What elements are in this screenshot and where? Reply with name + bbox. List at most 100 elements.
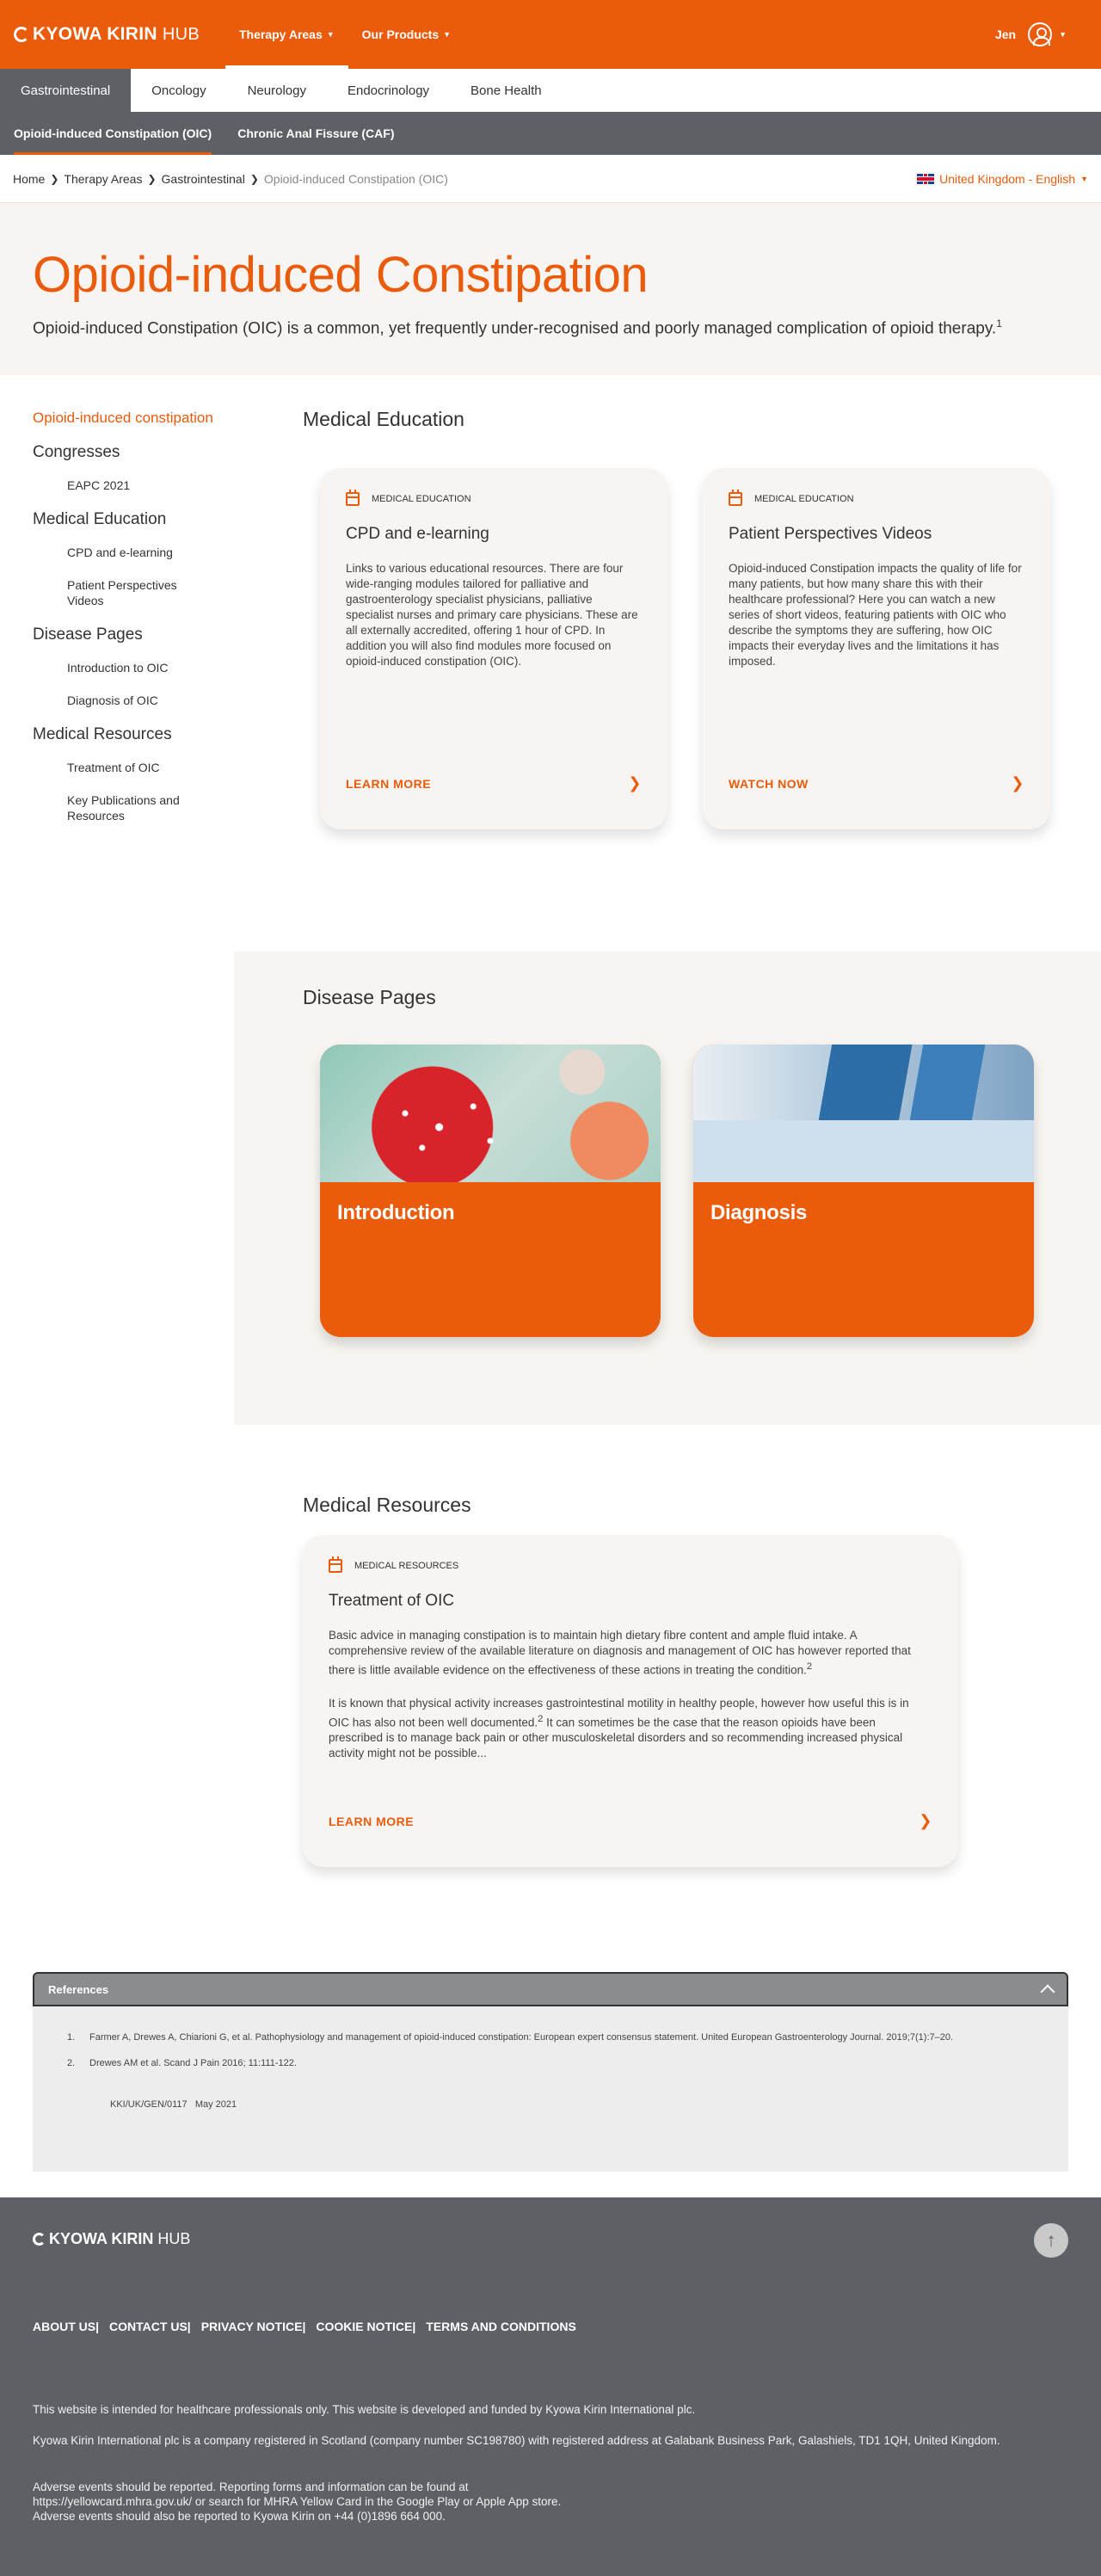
- card-diagnosis[interactable]: Diagnosis: [693, 1045, 1034, 1337]
- card-tag-label: MEDICAL EDUCATION: [372, 494, 471, 504]
- sub-tabs: Opioid-induced Constipation (OIC) Chroni…: [0, 112, 1101, 155]
- section-heading-medical-resources: Medical Resources: [303, 1494, 471, 1516]
- breadcrumb-therapy-areas[interactable]: Therapy Areas: [64, 172, 142, 186]
- footer-link-about[interactable]: ABOUT US: [33, 2320, 95, 2333]
- footer-company-info: Kyowa Kirin International plc is a compa…: [33, 2434, 1000, 2447]
- divider: |: [95, 2320, 100, 2333]
- card-patient-videos[interactable]: MEDICAL EDUCATION Patient Perspectives V…: [703, 468, 1050, 829]
- tab-bone-health[interactable]: Bone Health: [450, 69, 563, 112]
- nav-our-products-label: Our Products: [361, 28, 440, 41]
- learn-more-link[interactable]: LEARN MORE ❯: [346, 774, 642, 792]
- page-intro-text: Opioid-induced Constipation (OIC) is a c…: [33, 319, 997, 338]
- footer-disclaimer: This website is intended for healthcare …: [33, 2403, 696, 2416]
- sidenav-item-diagnosis-oic[interactable]: Diagnosis of OIC: [67, 693, 213, 708]
- sidenav-item-intro-oic[interactable]: Introduction to OIC: [67, 660, 213, 675]
- footer-logo-text: KYOWA KIRIN: [49, 2230, 154, 2247]
- learn-more-link[interactable]: LEARN MORE ❯: [329, 1812, 932, 1830]
- hero: Opioid-induced Constipation Opioid-induc…: [0, 203, 1101, 375]
- back-to-top-button[interactable]: ↑: [1034, 2223, 1068, 2258]
- footer-link-terms[interactable]: TERMS AND CONDITIONS: [426, 2320, 575, 2333]
- learn-more-label: LEARN MORE: [329, 1814, 415, 1828]
- card-title: Diagnosis: [710, 1201, 807, 1224]
- chevron-up-icon: [1040, 1984, 1055, 2000]
- logo-hub-text: HUB: [162, 24, 200, 44]
- tab-endocrinology[interactable]: Endocrinology: [327, 69, 450, 112]
- subtab-oic[interactable]: Opioid-induced Constipation (OIC): [14, 112, 212, 155]
- references-list: 1. Farmer A, Drewes A, Chiarioni G, et al…: [67, 2032, 1034, 2068]
- footnote-ref[interactable]: 2: [807, 1661, 812, 1672]
- card-body: Opioid-induced Constipation impacts the …: [729, 562, 1022, 668]
- references-accordion-header[interactable]: References: [33, 1972, 1068, 2006]
- watch-now-link[interactable]: WATCH NOW ❯: [729, 774, 1024, 792]
- reference-number: 1.: [67, 2032, 76, 2043]
- breadcrumb: Home ❯ Therapy Areas ❯ Gastrointestinal …: [0, 155, 1101, 203]
- caret-down-icon: ▼: [326, 30, 335, 39]
- side-nav: Opioid-induced constipation Congresses E…: [33, 408, 213, 841]
- sidenav-group-congresses[interactable]: Congresses: [33, 443, 213, 462]
- card-tag-label: MEDICAL EDUCATION: [754, 494, 854, 504]
- footnote-ref[interactable]: 1: [996, 317, 1002, 330]
- region-selector[interactable]: United Kingdom - English ▼: [917, 172, 1088, 186]
- user-menu[interactable]: Jen ▼: [995, 22, 1087, 46]
- footer-link-cookie[interactable]: COOKIE NOTICE: [316, 2320, 412, 2333]
- sidenav-item-eapc-2021[interactable]: EAPC 2021: [67, 478, 213, 493]
- page-title: Opioid-induced Constipation: [33, 247, 649, 303]
- adverse-events-line: https://yellowcard.mhra.gov.uk/ or searc…: [33, 2495, 562, 2508]
- sidenav-item-patient-videos[interactable]: Patient Perspectives Videos: [67, 577, 196, 608]
- sidenav-item-treatment-oic[interactable]: Treatment of OIC: [67, 760, 213, 775]
- reference-item: 1. Farmer A, Drewes A, Chiarioni G, et al…: [67, 2032, 1034, 2043]
- card-tag: MEDICAL EDUCATION: [346, 490, 642, 506]
- sidenav-group-medical-education[interactable]: Medical Education: [33, 510, 213, 529]
- job-code: KKI/UK/GEN/0117 May 2021: [110, 2099, 237, 2110]
- tab-neurology[interactable]: Neurology: [227, 69, 327, 112]
- sidenav-item-oic[interactable]: Opioid-induced constipation: [33, 408, 213, 428]
- caret-down-icon: ▼: [1059, 30, 1067, 39]
- sidenav-item-key-publications[interactable]: Key Publications and Resources: [67, 792, 196, 823]
- footer-links: ABOUT US | CONTACT US | PRIVACY NOTICE | CO…: [33, 2320, 576, 2333]
- footer-adverse-events: Adverse events should be reported. Repor…: [33, 2480, 1048, 2524]
- card-paragraph-1: Basic advice in managing constipation is…: [329, 1628, 932, 1679]
- sidenav-group-medical-resources[interactable]: Medical Resources: [33, 725, 213, 744]
- card-treatment-oic[interactable]: MEDICAL RESOURCES Treatment of OIC Basic…: [303, 1535, 958, 1867]
- subtab-caf[interactable]: Chronic Anal Fissure (CAF): [237, 112, 394, 155]
- breadcrumb-home[interactable]: Home: [13, 172, 45, 186]
- nav-therapy-areas[interactable]: Therapy Areas ▼: [225, 0, 348, 69]
- footer-link-contact[interactable]: CONTACT US: [109, 2320, 188, 2333]
- card-tag: MEDICAL EDUCATION: [729, 490, 1024, 506]
- footer-link-privacy[interactable]: PRIVACY NOTICE: [201, 2320, 303, 2333]
- top-header: KYOWA KIRIN HUB Therapy Areas ▼ Our Produ…: [0, 0, 1101, 69]
- main-nav: Therapy Areas ▼ Our Products ▼: [225, 0, 464, 69]
- breadcrumb-gastrointestinal[interactable]: Gastrointestinal: [162, 172, 245, 186]
- chevron-right-icon: ❯: [628, 774, 642, 792]
- tab-oncology[interactable]: Oncology: [131, 69, 226, 112]
- breadcrumb-current: Opioid-induced Constipation (OIC): [263, 171, 448, 186]
- chevron-right-icon: ❯: [249, 172, 259, 185]
- sidenav-group-disease-pages[interactable]: Disease Pages: [33, 626, 213, 644]
- chevron-right-icon: ❯: [50, 172, 59, 185]
- chevron-right-icon: ❯: [919, 1812, 932, 1829]
- card-title: Patient Perspectives Videos: [729, 525, 932, 543]
- card-title: Treatment of OIC: [329, 1592, 455, 1610]
- references-panel: 1. Farmer A, Drewes A, Chiarioni G, et al…: [33, 2006, 1068, 2172]
- nav-our-products[interactable]: Our Products ▼: [348, 0, 464, 69]
- footer: KYOWA KIRIN HUB ↑ ABOUT US | CONTACT US | …: [0, 2197, 1101, 2576]
- caret-down-icon: ▼: [1080, 174, 1088, 183]
- tab-gastrointestinal[interactable]: Gastrointestinal: [0, 69, 132, 112]
- card-title: Introduction: [337, 1201, 455, 1224]
- therapy-tabs: Gastrointestinal Oncology Neurology Endo…: [0, 69, 1101, 112]
- footer-logo[interactable]: KYOWA KIRIN HUB: [33, 2230, 190, 2248]
- lab-monitors-image: [693, 1045, 1034, 1182]
- card-cpd-elearning[interactable]: MEDICAL EDUCATION CPD and e-learning Lin…: [320, 468, 667, 829]
- sidenav-item-cpd[interactable]: CPD and e-learning: [67, 545, 213, 560]
- footer-logo-hub: HUB: [157, 2230, 191, 2247]
- section-heading-medical-education: Medical Education: [303, 408, 464, 430]
- logo-text: KYOWA KIRIN: [33, 24, 157, 44]
- card-title: CPD and e-learning: [346, 525, 489, 543]
- calendar-icon: [329, 1556, 342, 1573]
- card-introduction[interactable]: Introduction: [320, 1045, 661, 1337]
- chevron-right-icon: ❯: [147, 172, 157, 185]
- kyowa-kirin-logo[interactable]: KYOWA KIRIN HUB: [14, 24, 200, 45]
- logo-swirl-icon: [14, 27, 29, 42]
- user-avatar-icon: [1028, 22, 1053, 46]
- reference-number: 2.: [67, 2058, 76, 2068]
